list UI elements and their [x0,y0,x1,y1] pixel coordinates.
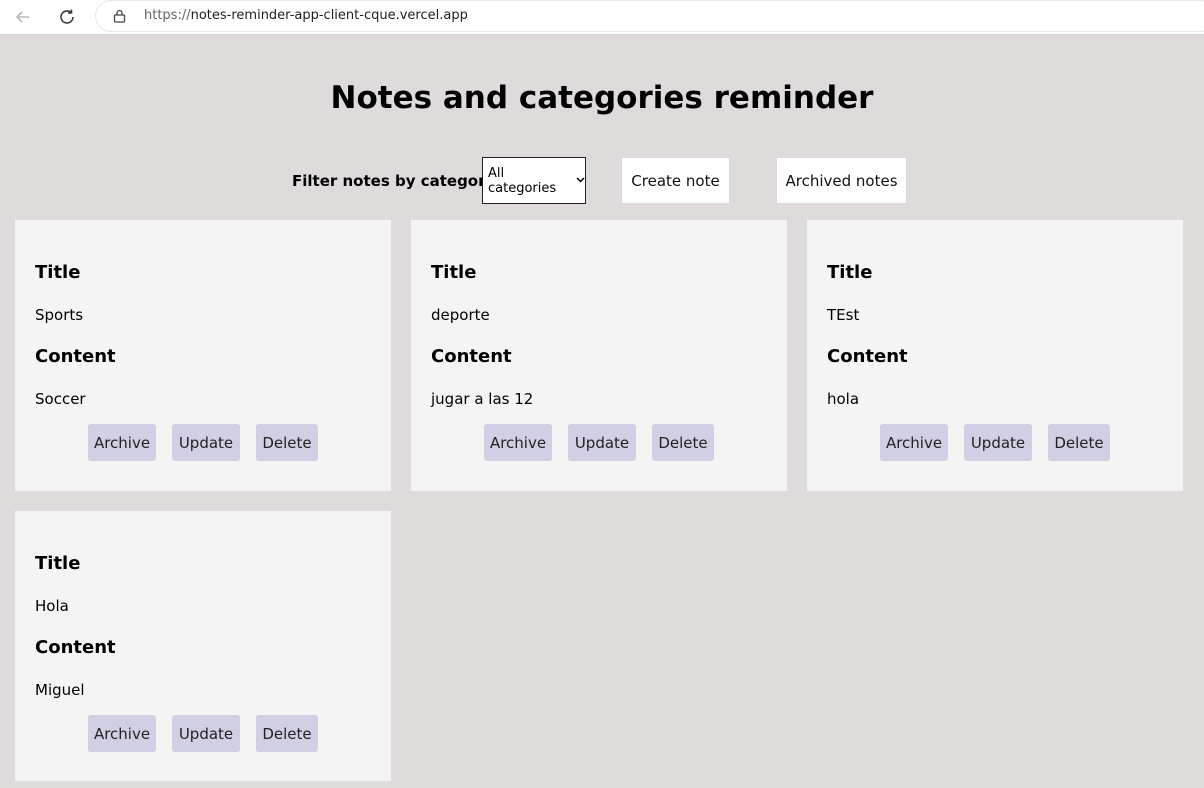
archive-button[interactable]: Archive [880,424,948,461]
update-button[interactable]: Update [568,424,636,461]
content-heading: Content [35,346,116,367]
update-button[interactable]: Update [172,715,240,752]
filter-label: Filter notes by category [292,172,496,190]
filter-toolbar: Filter notes by category All categories … [0,157,1204,204]
update-button[interactable]: Update [172,424,240,461]
lock-icon[interactable] [112,9,126,23]
note-actions: Archive Update Delete [15,715,391,752]
archive-button[interactable]: Archive [88,715,156,752]
page-title: Notes and categories reminder [330,80,874,116]
note-actions: Archive Update Delete [411,424,787,461]
archived-notes-button[interactable]: Archived notes [777,158,906,203]
address-bar[interactable]: https://notes-reminder-app-client-cque.v… [96,1,1204,31]
note-content: Miguel [35,681,85,699]
category-select-value: All categories [488,165,557,196]
content-heading: Content [431,346,512,367]
note-actions: Archive Update Delete [807,424,1183,461]
back-icon[interactable] [10,4,36,30]
note-title: TEst [827,306,860,324]
note-title: Hola [35,597,69,615]
note-content: hola [827,390,860,408]
delete-button[interactable]: Delete [1048,424,1110,461]
update-button[interactable]: Update [964,424,1032,461]
title-heading: Title [827,262,873,283]
title-heading: Title [35,262,81,283]
archive-button[interactable]: Archive [88,424,156,461]
note-content: jugar a las 12 [431,390,534,408]
category-select[interactable]: All categories [482,157,586,204]
chevron-down-icon [576,175,585,186]
archive-button[interactable]: Archive [484,424,552,461]
note-card: Title Sports Content Soccer Archive Upda… [15,220,391,491]
create-note-button[interactable]: Create note [622,158,729,203]
note-actions: Archive Update Delete [15,424,391,461]
delete-button[interactable]: Delete [256,715,318,752]
note-card: Title TEst Content hola Archive Update D… [807,220,1183,491]
note-title: Sports [35,306,84,324]
content-heading: Content [35,637,116,658]
reload-icon[interactable] [54,4,80,30]
delete-button[interactable]: Delete [652,424,714,461]
title-heading: Title [35,553,81,574]
note-card: Title deporte Content jugar a las 12 Arc… [411,220,787,491]
browser-toolbar: https://notes-reminder-app-client-cque.v… [0,0,1204,35]
note-content: Soccer [35,390,86,408]
delete-button[interactable]: Delete [256,424,318,461]
note-title: deporte [431,306,490,324]
url-text: https://notes-reminder-app-client-cque.v… [144,8,468,23]
content-heading: Content [827,346,908,367]
title-heading: Title [431,262,477,283]
note-card: Title Hola Content Miguel Archive Update… [15,511,391,781]
